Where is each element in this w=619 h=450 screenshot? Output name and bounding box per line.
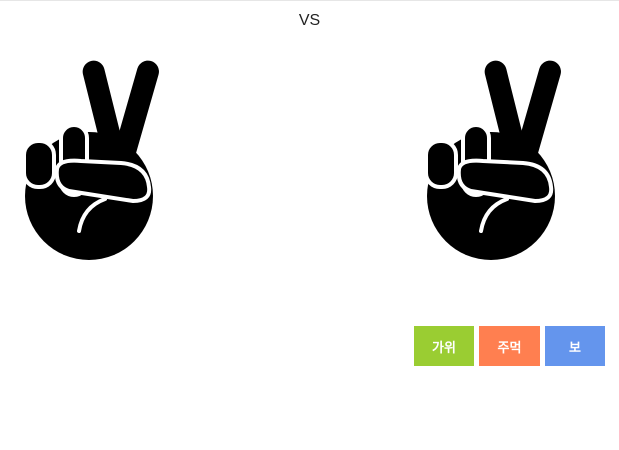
left-hand-victory-icon [21, 59, 162, 261]
game-screen: VS 가위 주먹 보 [0, 0, 619, 450]
scissors-button[interactable]: 가위 [414, 326, 474, 366]
rock-button[interactable]: 주먹 [479, 326, 540, 366]
victory-hand-icon [424, 60, 561, 260]
victory-hand-icon [22, 60, 159, 260]
paper-button[interactable]: 보 [545, 326, 605, 366]
right-hand-victory-icon [423, 59, 564, 261]
vs-label: VS [298, 12, 321, 29]
